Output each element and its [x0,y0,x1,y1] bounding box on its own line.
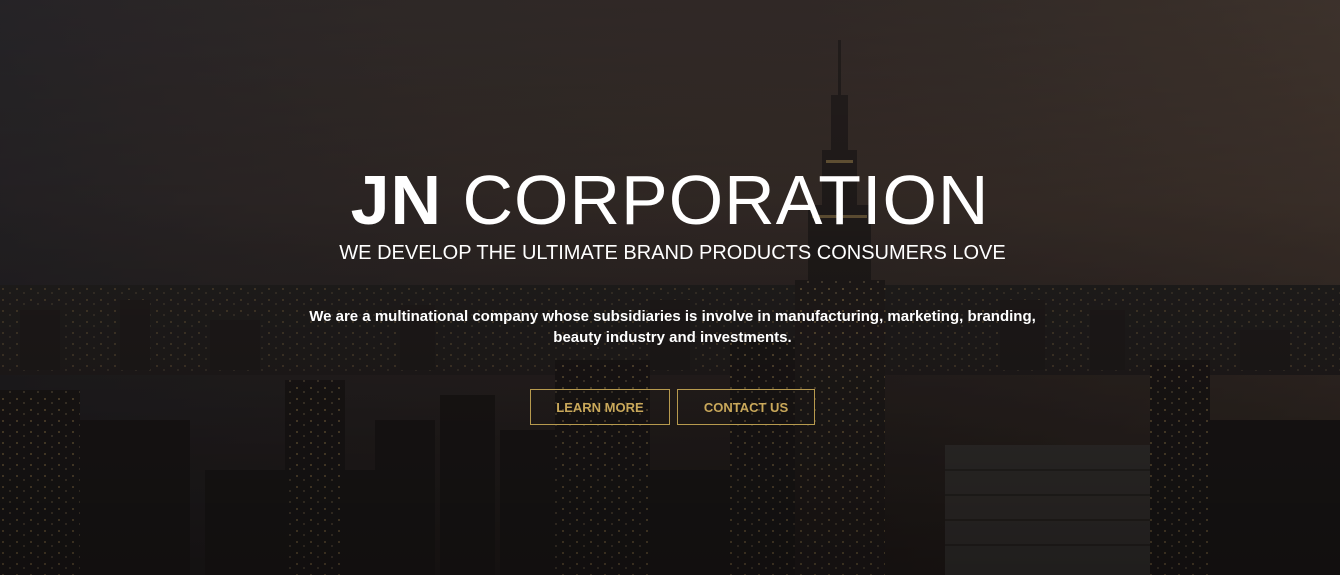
hero-content: JN CORPORATION WE DEVELOP THE ULTIMATE B… [0,0,1340,575]
description-line-2: beauty industry and investments. [553,329,792,346]
title-suffix: CORPORATION [442,161,990,239]
hero-description: We are a multinational company whose sub… [300,306,1045,348]
learn-more-button[interactable]: LEARN MORE [530,389,670,425]
hero-subtitle: WE DEVELOP THE ULTIMATE BRAND PRODUCTS C… [339,242,1006,264]
title-brand: JN [350,161,443,239]
description-line-1: We are a multinational company whose sub… [309,308,1036,325]
contact-us-button[interactable]: CONTACT US [677,389,815,425]
hero-section: JN CORPORATION WE DEVELOP THE ULTIMATE B… [0,0,1340,575]
page-title: JN CORPORATION [0,160,1340,240]
